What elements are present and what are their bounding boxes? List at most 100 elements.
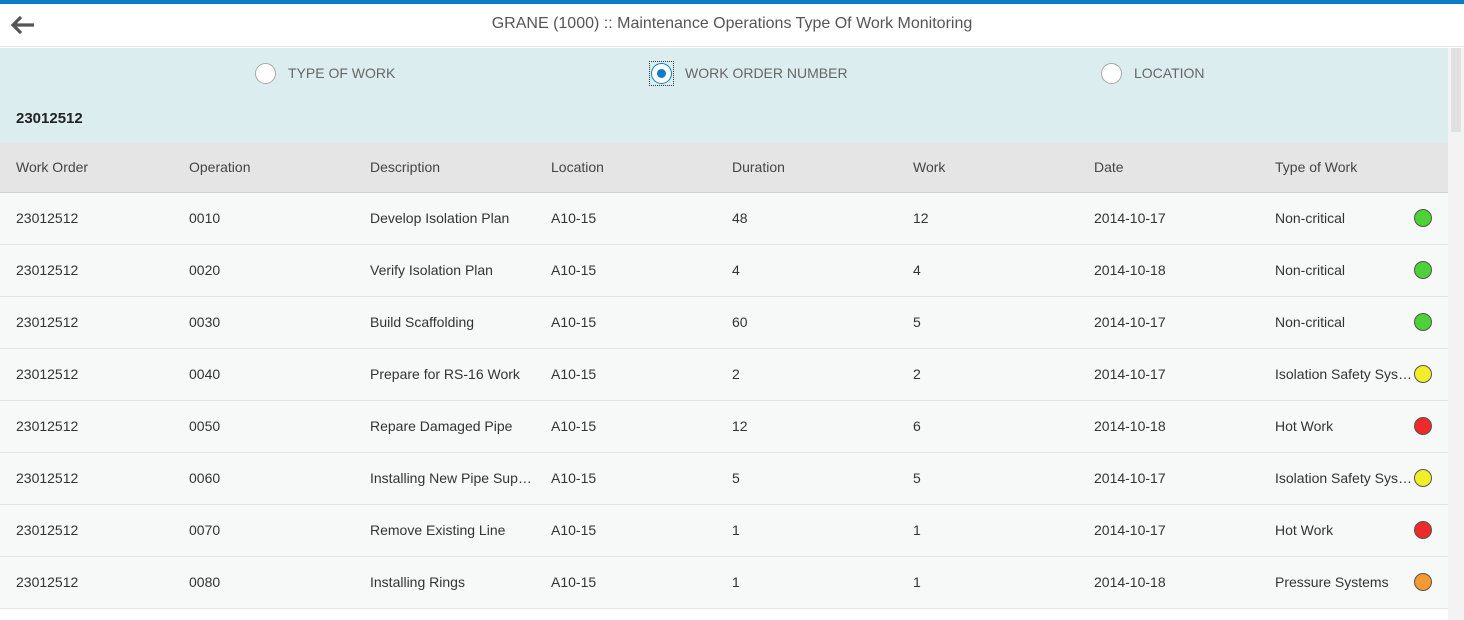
cell-type-of-work: Non-critical <box>1259 245 1448 296</box>
table-row[interactable]: 23012512 0060 Installing New Pipe Supports… <box>0 453 1448 505</box>
cell-type-of-work: Pressure Systems <box>1259 557 1448 608</box>
cell-duration: 60 <box>732 314 748 330</box>
cell-operation: 0010 <box>189 210 221 226</box>
cell-description: Installing Rings <box>370 574 465 590</box>
cell-work: 2 <box>913 366 921 382</box>
cell-operation: 0080 <box>189 574 221 590</box>
table-row[interactable]: 23012512 0030 Build Scaffolding A10-15 60 5 20… <box>0 297 1448 349</box>
cell-work-order: 23012512 <box>16 366 79 382</box>
scrollbar-thumb[interactable] <box>1451 48 1461 132</box>
column-header-operation[interactable]: Operation <box>173 143 354 192</box>
table-row[interactable]: 23012512 0010 Develop Isolation Plan A10-15… <box>0 193 1448 245</box>
status-indicator-icon <box>1414 417 1432 435</box>
cell-description: Verify Isolation Plan <box>370 262 493 278</box>
table-row[interactable]: 23012512 0020 Verify Isolation Plan A10-15 4… <box>0 245 1448 297</box>
type-of-work-label: Hot Work <box>1275 418 1334 434</box>
cell-work: 1 <box>913 522 921 538</box>
cell-type-of-work: Isolation Safety Systems <box>1259 453 1448 504</box>
table-row[interactable]: 23012512 0040 Prepare for RS-16 Work A10-15… <box>0 349 1448 401</box>
cell-operation: 0050 <box>189 418 221 434</box>
status-indicator-icon <box>1414 573 1432 591</box>
cell-work-order: 23012512 <box>16 418 79 434</box>
cell-work: 6 <box>913 418 921 434</box>
table-row[interactable]: 23012512 0080 Installing Rings A10-15 1 1 2014… <box>0 557 1448 609</box>
cell-location: A10-15 <box>551 418 597 434</box>
status-indicator-icon <box>1414 469 1432 487</box>
type-of-work-label: Pressure Systems <box>1275 574 1389 590</box>
status-indicator-icon <box>1414 521 1432 539</box>
cell-date: 2014-10-17 <box>1094 314 1166 330</box>
back-button[interactable] <box>6 9 40 41</box>
radio-type-of-work[interactable]: TYPE OF WORK <box>255 62 395 84</box>
cell-location: A10-15 <box>551 314 597 330</box>
cell-duration: 4 <box>732 262 740 278</box>
cell-work: 4 <box>913 262 921 278</box>
cell-date: 2014-10-18 <box>1094 262 1166 278</box>
status-indicator-icon <box>1414 365 1432 383</box>
table-row[interactable]: 23012512 0050 Repare Damaged Pipe A10-15 12 6… <box>0 401 1448 453</box>
cell-date: 2014-10-18 <box>1094 418 1166 434</box>
cell-description: Installing New Pipe Supports <box>370 470 535 486</box>
selected-work-order: 23012512 <box>16 110 83 127</box>
cell-location: A10-15 <box>551 470 597 486</box>
type-of-work-label: Hot Work <box>1275 522 1334 538</box>
cell-work: 5 <box>913 314 921 330</box>
cell-description: Build Scaffolding <box>370 314 475 330</box>
cell-type-of-work: Non-critical <box>1259 193 1448 244</box>
cell-operation: 0070 <box>189 522 221 538</box>
cell-location: A10-15 <box>551 210 597 226</box>
cell-date: 2014-10-17 <box>1094 522 1166 538</box>
cell-duration: 48 <box>732 210 748 226</box>
cell-date: 2014-10-17 <box>1094 210 1166 226</box>
radio-circle[interactable] <box>1101 62 1122 84</box>
cell-operation: 0030 <box>189 314 221 330</box>
page-title: GRANE (1000) :: Maintenance Operations T… <box>491 15 973 32</box>
cell-work-order: 23012512 <box>16 210 79 226</box>
table-body: 23012512 0010 Develop Isolation Plan A10-15… <box>0 193 1448 609</box>
radio-label: WORK ORDER NUMBER <box>685 65 848 81</box>
table-row[interactable]: 23012512 0070 Remove Existing Line A10-15 1 1… <box>0 505 1448 557</box>
column-header-work[interactable]: Work <box>897 143 1078 192</box>
cell-operation: 0040 <box>189 366 221 382</box>
cell-date: 2014-10-18 <box>1094 574 1166 590</box>
type-of-work-label: Non-critical <box>1275 210 1346 226</box>
cell-work-order: 23012512 <box>16 314 79 330</box>
column-header-date[interactable]: Date <box>1078 143 1259 192</box>
radio-work-order-number[interactable]: WORK ORDER NUMBER <box>649 60 848 86</box>
column-header-type-of-work[interactable]: Type of Work <box>1259 143 1448 192</box>
operations-table: Work Order Operation Description Locatio… <box>0 143 1448 609</box>
cell-work: 12 <box>913 210 929 226</box>
type-of-work-label: Isolation Safety Systems <box>1275 470 1412 486</box>
radio-label: TYPE OF WORK <box>288 65 396 81</box>
cell-operation: 0060 <box>189 470 221 486</box>
table-header: Work Order Operation Description Locatio… <box>0 143 1448 193</box>
column-header-duration[interactable]: Duration <box>716 143 897 192</box>
cell-location: A10-15 <box>551 366 597 382</box>
cell-duration: 1 <box>732 574 740 590</box>
column-header-description[interactable]: Description <box>354 143 535 192</box>
cell-work-order: 23012512 <box>16 522 79 538</box>
vertical-scrollbar[interactable] <box>1448 48 1464 620</box>
status-indicator-icon <box>1414 313 1432 331</box>
cell-date: 2014-10-17 <box>1094 470 1166 486</box>
cell-type-of-work: Non-critical <box>1259 297 1448 348</box>
radio-label: LOCATION <box>1134 65 1205 81</box>
type-of-work-label: Isolation Safety Systems <box>1275 366 1412 382</box>
cell-location: A10-15 <box>551 262 597 278</box>
cell-description: Prepare for RS-16 Work <box>370 366 520 382</box>
radio-circle-selected[interactable] <box>651 62 672 84</box>
column-header-location[interactable]: Location <box>535 143 716 192</box>
radio-location[interactable]: LOCATION <box>1101 62 1205 84</box>
type-of-work-label: Non-critical <box>1275 262 1346 278</box>
cell-location: A10-15 <box>551 522 597 538</box>
column-header-work-order[interactable]: Work Order <box>0 143 173 192</box>
cell-description: Repare Damaged Pipe <box>370 418 513 434</box>
cell-work: 1 <box>913 574 921 590</box>
focus-outline <box>649 60 674 86</box>
arrow-left-icon <box>11 16 34 34</box>
radio-circle[interactable] <box>255 62 276 84</box>
status-indicator-icon <box>1414 261 1432 279</box>
type-of-work-label: Non-critical <box>1275 314 1346 330</box>
status-indicator-icon <box>1414 209 1432 227</box>
cell-work-order: 23012512 <box>16 574 79 590</box>
